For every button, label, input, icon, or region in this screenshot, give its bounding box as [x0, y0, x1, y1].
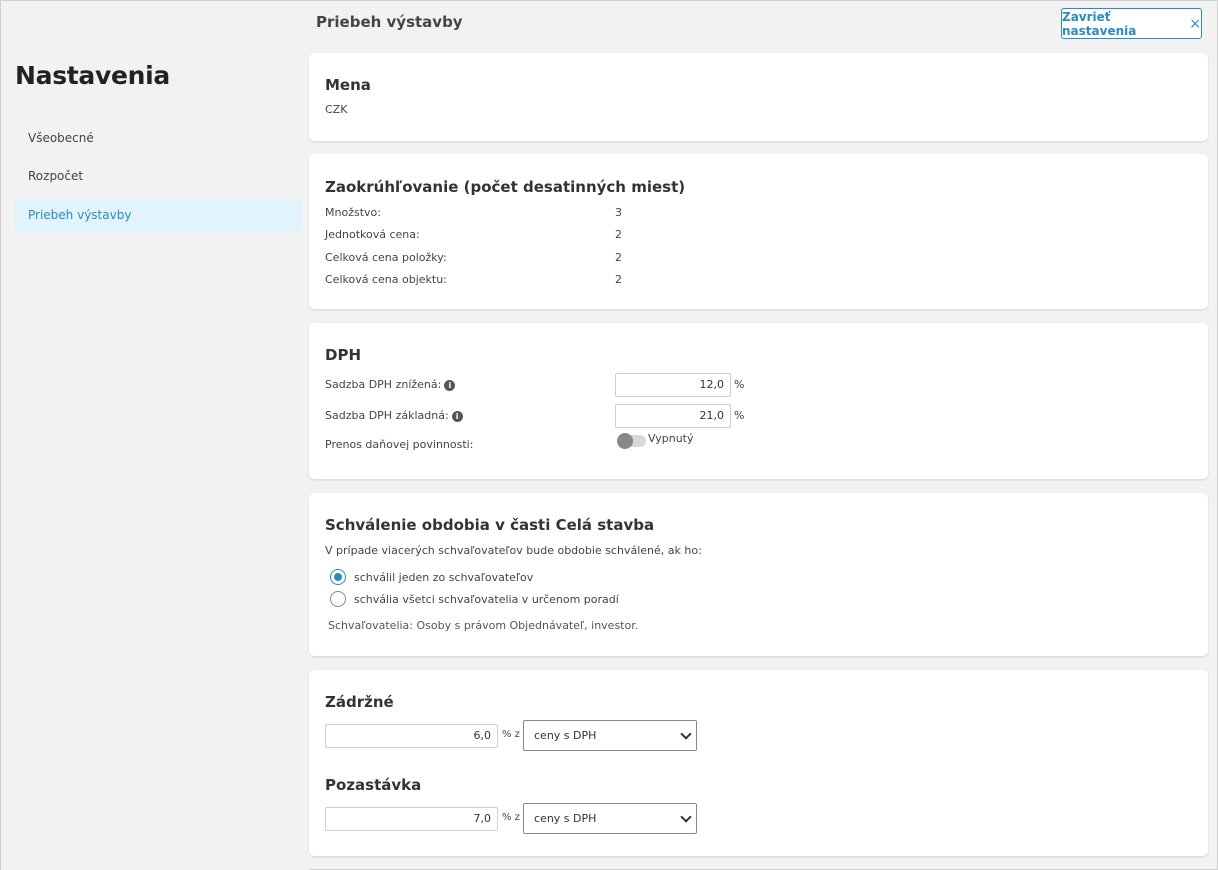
vat-base-label-text: Sadzba DPH základná: — [325, 409, 449, 422]
sidebar: Nastavenia Všeobecné Rozpočet Priebeh vý… — [1, 1, 309, 870]
chevron-down-icon — [680, 727, 692, 740]
hold-heading: Pozastávka — [325, 776, 422, 794]
rounding-value-quantity: 3 — [615, 206, 622, 219]
vat-reduced-input[interactable]: 12,0 — [615, 373, 731, 397]
retention-base-select-value: ceny s DPH — [534, 729, 597, 742]
rounding-value-object-total: 2 — [615, 273, 622, 286]
currency-heading: Mena — [325, 76, 371, 94]
rounding-value-item-total: 2 — [615, 251, 622, 264]
hold-percent-of: % z — [502, 812, 520, 823]
approval-option-all-label: schvália všetci schvaľovatelia v určenom… — [354, 592, 619, 606]
approval-heading: Schválenie obdobia v časti Celá stavba — [325, 516, 655, 534]
hold-base-select[interactable]: ceny s DPH — [523, 803, 697, 834]
toggle-knob — [617, 433, 633, 449]
approval-description: V prípade viacerých schvaľovateľov bude … — [325, 544, 702, 557]
chevron-down-icon — [680, 810, 692, 823]
retention-input[interactable]: 6,0 — [325, 724, 498, 748]
sidebar-item-rozpocet[interactable]: Rozpočet — [14, 160, 302, 193]
approval-option-single[interactable]: schválil jeden zo schvaľovateľov — [330, 569, 533, 585]
page-title: Priebeh výstavby — [316, 13, 463, 31]
hold-input[interactable]: 7,0 — [325, 807, 498, 831]
hold-base-select-value: ceny s DPH — [534, 812, 597, 825]
retention-heading: Zádržné — [325, 693, 394, 711]
rounding-heading: Zaokrúhľovanie (počet desatinných miest) — [325, 178, 686, 196]
info-icon[interactable]: i — [451, 410, 463, 422]
tax-transfer-label: Prenos daňovej povinnosti: — [325, 438, 474, 451]
vat-base-input[interactable]: 21,0 — [615, 404, 731, 428]
rounding-value-unit-price: 2 — [615, 228, 622, 241]
sidebar-title: Nastavenia — [15, 61, 170, 90]
vat-base-percent: % — [734, 409, 745, 422]
rounding-label-object-total: Celková cena objektu: — [325, 273, 447, 286]
approval-option-all[interactable]: schvália všetci schvaľovatelia v určenom… — [330, 591, 619, 607]
vat-base-label: Sadzba DPH základná: i — [325, 409, 463, 422]
vat-reduced-label: Sadzba DPH znížená: i — [325, 378, 456, 391]
currency-value: CZK — [325, 103, 348, 116]
approval-option-single-label: schválil jeden zo schvaľovateľov — [354, 570, 534, 584]
retention-base-select[interactable]: ceny s DPH — [523, 720, 697, 751]
rounding-card: Zaokrúhľovanie (počet desatinných miest)… — [309, 154, 1208, 309]
info-icon[interactable]: i — [444, 379, 456, 391]
currency-card: Mena CZK — [309, 53, 1208, 141]
retention-card: Zádržné 6,0 % z ceny s DPH Pozastávka 7,… — [309, 670, 1208, 856]
vat-card: DPH Sadzba DPH znížená: i 12,0 % Sadzba D… — [309, 323, 1208, 479]
close-icon: × — [1189, 15, 1201, 32]
close-settings-button[interactable]: Zavrieť nastavenia × — [1061, 8, 1202, 39]
sidebar-item-vseobecne[interactable]: Všeobecné — [14, 122, 302, 155]
vat-reduced-percent: % — [734, 378, 745, 391]
rounding-label-item-total: Celková cena položky: — [325, 251, 447, 264]
radio-button-checked[interactable] — [330, 569, 346, 585]
vat-reduced-label-text: Sadzba DPH znížená: — [325, 378, 442, 391]
rounding-label-quantity: Množstvo: — [325, 206, 381, 219]
vat-heading: DPH — [325, 346, 361, 364]
approvers-note: Schvaľovatelia: Osoby s právom Objednáva… — [328, 619, 639, 632]
retention-percent-of: % z — [502, 729, 520, 740]
rounding-label-unit-price: Jednotková cena: — [325, 228, 420, 241]
close-settings-label: Zavrieť nastavenia — [1062, 9, 1137, 38]
tax-transfer-toggle[interactable] — [617, 433, 646, 449]
approval-card: Schválenie obdobia v časti Celá stavba V… — [309, 493, 1208, 656]
tax-transfer-state: Vypnutý — [648, 432, 694, 445]
sidebar-item-priebeh-vystavby[interactable]: Priebeh výstavby — [14, 199, 302, 232]
radio-button[interactable] — [330, 591, 346, 607]
